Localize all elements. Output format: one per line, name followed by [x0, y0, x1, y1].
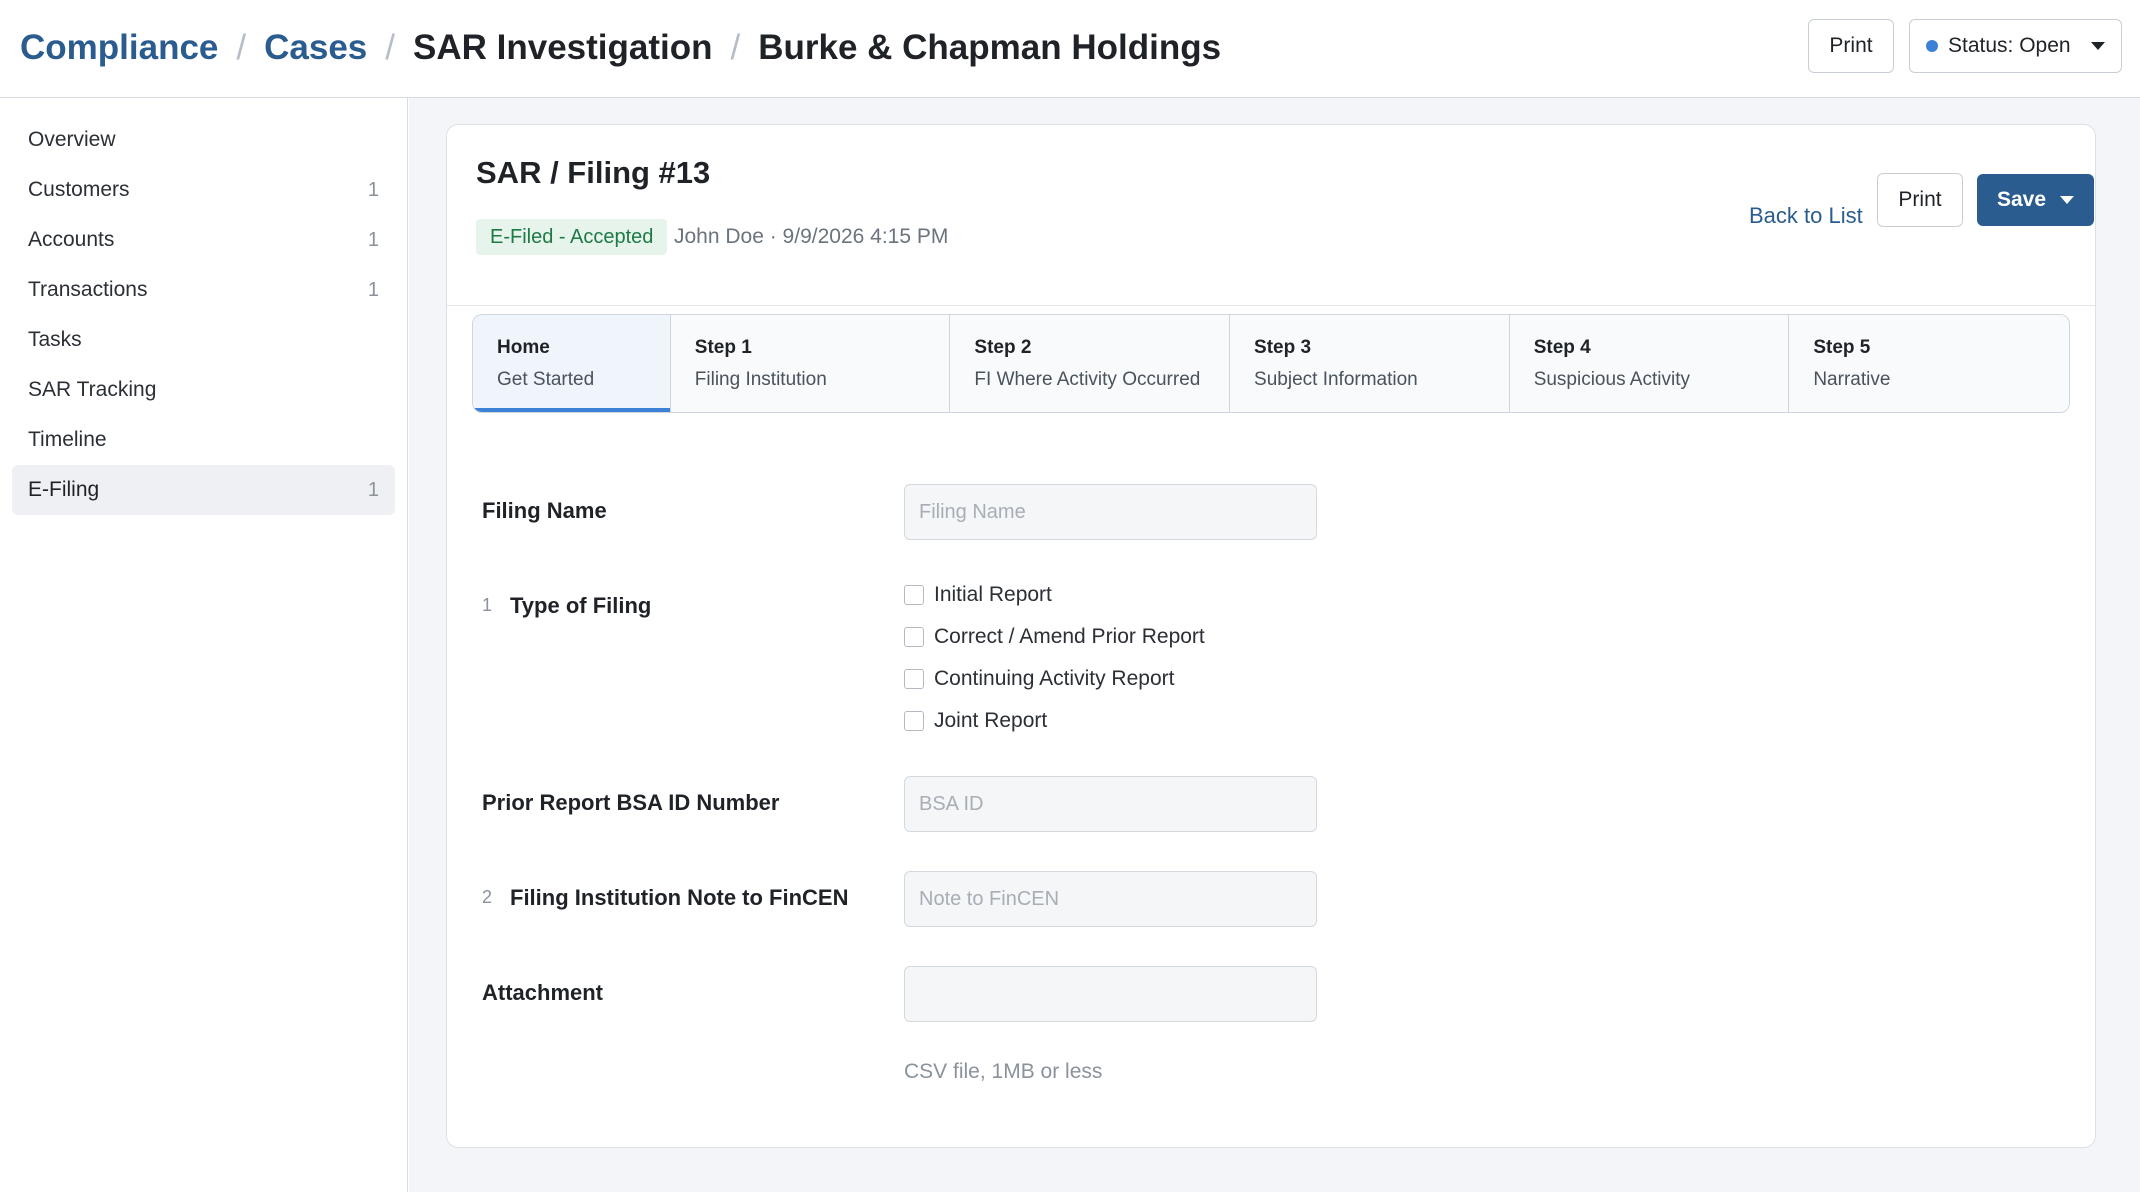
breadcrumb-cases[interactable]: Cases: [264, 28, 367, 68]
header-print-label: Print: [1829, 34, 1873, 57]
checkbox-initial-report[interactable]: Initial Report: [904, 580, 1052, 610]
note-to-fincen-label: Filing Institution Note to FinCEN: [510, 885, 849, 910]
tab-step-5[interactable]: Step 5 Narrative: [1789, 315, 2069, 412]
step-number: Step 3: [1254, 337, 1312, 358]
step-label: Get Started: [497, 369, 595, 390]
filing-name-label: Filing Name: [482, 498, 607, 523]
attachment-hint: CSV file, 1MB or less: [904, 1060, 1103, 1083]
sidebar-item-timeline[interactable]: Timeline: [12, 415, 395, 465]
header-print-button[interactable]: Print: [1808, 19, 1894, 73]
sidebar-item-overview[interactable]: Overview: [12, 115, 395, 165]
checkbox-icon[interactable]: [904, 585, 924, 605]
sidebar-item-count: 1: [367, 478, 379, 501]
main-content: SAR / Filing #13 E-Filed - Accepted John…: [409, 98, 2140, 1192]
step-number: Step 5: [1813, 337, 1871, 358]
filing-print-button[interactable]: Print: [1877, 173, 1963, 227]
breadcrumb-separator: /: [730, 28, 741, 67]
step-label: Subject Information: [1254, 369, 1418, 390]
breadcrumb-separator: /: [236, 28, 247, 67]
checkbox-icon[interactable]: [904, 627, 924, 647]
tab-step-1[interactable]: Step 1 Filing Institution: [670, 315, 951, 412]
filing-card: SAR / Filing #13 E-Filed - Accepted John…: [446, 124, 2096, 1148]
save-button[interactable]: Save: [1977, 174, 2094, 226]
question-index: 1: [482, 595, 493, 615]
prior-bsa-label: Prior Report BSA ID Number: [482, 790, 780, 815]
status-badge: E-Filed - Accepted: [476, 219, 668, 255]
step-number: Step 4: [1533, 337, 1591, 358]
checkbox-correct-amend[interactable]: Correct / Amend Prior Report: [904, 622, 1205, 652]
status-label: Status: Open: [1948, 34, 2071, 57]
breadcrumb-entity: Burke & Chapman Holdings: [758, 28, 1222, 67]
sidebar-item-label: Transactions: [28, 278, 148, 301]
checkbox-label: Initial Report: [934, 583, 1052, 606]
checkbox-label: Correct / Amend Prior Report: [934, 625, 1205, 648]
checkbox-icon[interactable]: [904, 669, 924, 689]
caret-down-icon: [2060, 196, 2075, 204]
step-label: Narrative: [1813, 369, 1891, 390]
step-tabs: Home Get Started Step 1 Filing Instituti…: [472, 314, 2070, 413]
back-to-list-link[interactable]: Back to List: [1749, 189, 1863, 243]
sidebar-item-count: 1: [367, 278, 379, 301]
sidebar-item-label: Customers: [28, 178, 130, 201]
sidebar-item-transactions[interactable]: Transactions 1: [12, 265, 395, 315]
breadcrumb-separator: /: [385, 28, 395, 67]
filing-meta: John Doe · 9/9/2026 4:15 PM: [674, 225, 949, 248]
step-number: Step 2: [974, 337, 1032, 358]
checkbox-label: Joint Report: [934, 709, 1048, 732]
sidebar-item-e-filing[interactable]: E-Filing 1: [12, 465, 395, 515]
sidebar-item-count: 1: [367, 228, 379, 251]
type-of-filing-label: Type of Filing: [510, 593, 652, 618]
breadcrumb: Compliance / Cases / SAR Investigation /…: [20, 24, 1221, 72]
breadcrumb-investigation: SAR Investigation: [413, 28, 713, 67]
filing-name-input[interactable]: Filing Name: [904, 484, 1317, 540]
tab-home[interactable]: Home Get Started: [473, 315, 671, 412]
sidebar-item-count: 1: [367, 178, 379, 201]
top-header: Compliance / Cases / SAR Investigation /…: [0, 0, 2140, 98]
step-number: Step 1: [694, 337, 752, 358]
status-dropdown[interactable]: Status: Open: [1909, 19, 2122, 73]
step-label: Filing Institution: [694, 369, 827, 390]
caret-down-icon: [2091, 42, 2105, 50]
sidebar-item-accounts[interactable]: Accounts 1: [12, 215, 395, 265]
checkbox-icon[interactable]: [904, 711, 924, 731]
note-to-fincen-input[interactable]: Note to FinCEN: [904, 871, 1317, 927]
sidebar-item-label: E-Filing: [28, 478, 100, 501]
tab-step-2[interactable]: Step 2 FI Where Activity Occurred: [950, 315, 1231, 412]
sidebar-item-label: SAR Tracking: [28, 378, 157, 401]
filing-title: SAR / Filing #13: [476, 155, 711, 190]
step-label: Suspicious Activity: [1533, 369, 1690, 390]
sidebar-item-label: Timeline: [28, 428, 107, 451]
sidebar-item-label: Accounts: [28, 228, 115, 251]
question-index: 2: [482, 887, 493, 907]
status-dot-icon: [1926, 40, 1938, 52]
sidebar-item-sar-tracking[interactable]: SAR Tracking: [12, 365, 395, 415]
sidebar-item-customers[interactable]: Customers 1: [12, 165, 395, 215]
tab-step-3[interactable]: Step 3 Subject Information: [1230, 315, 1510, 412]
sidebar: Overview Customers 1 Accounts 1 Transact…: [0, 98, 408, 1192]
step-number: Home: [497, 337, 550, 358]
sidebar-item-label: Tasks: [28, 328, 82, 351]
checkbox-joint-report[interactable]: Joint Report: [904, 706, 1047, 736]
attachment-input[interactable]: [904, 966, 1317, 1022]
save-label: Save: [1997, 188, 2047, 211]
bsa-id-input[interactable]: BSA ID: [904, 776, 1317, 832]
sidebar-item-label: Overview: [28, 128, 116, 151]
breadcrumb-compliance[interactable]: Compliance: [20, 28, 218, 68]
attachment-label: Attachment: [482, 980, 604, 1005]
tab-step-4[interactable]: Step 4 Suspicious Activity: [1509, 315, 1790, 412]
step-label: FI Where Activity Occurred: [974, 369, 1201, 390]
sidebar-item-tasks[interactable]: Tasks: [12, 315, 395, 365]
filing-card-header: SAR / Filing #13 E-Filed - Accepted John…: [447, 125, 2095, 306]
filing-print-label: Print: [1898, 188, 1942, 211]
checkbox-label: Continuing Activity Report: [934, 667, 1175, 690]
checkbox-continuing-activity[interactable]: Continuing Activity Report: [904, 664, 1174, 694]
